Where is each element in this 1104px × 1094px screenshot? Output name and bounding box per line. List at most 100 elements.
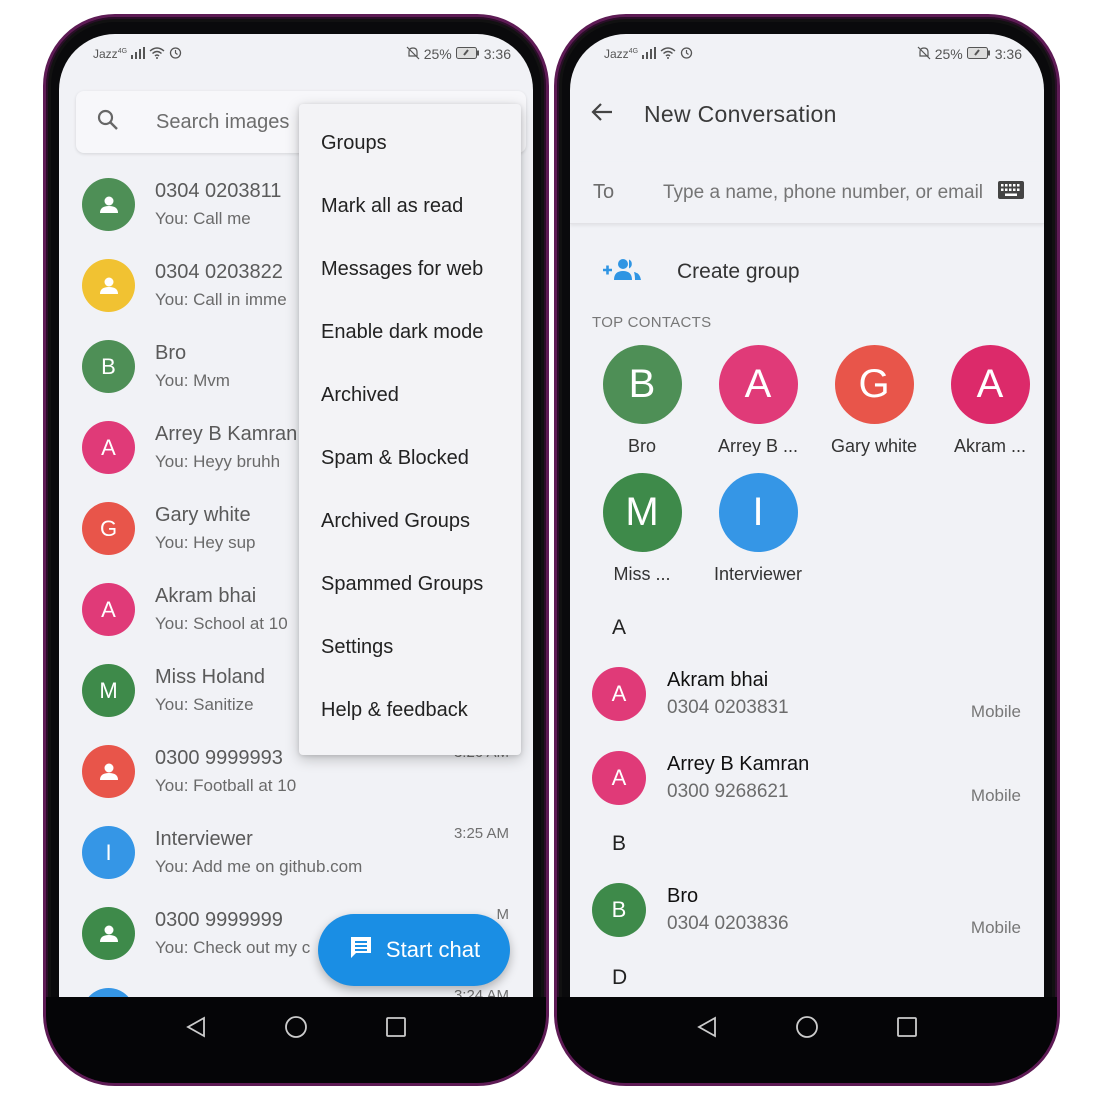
- wifi-icon: [660, 46, 676, 62]
- conversation-time: M: [496, 906, 510, 923]
- page-title: New Conversation: [644, 100, 837, 127]
- top-contact-name: Akram ...: [953, 436, 1026, 456]
- avatar: A: [718, 345, 798, 424]
- clock: 3:36: [994, 46, 1022, 62]
- menu-item-help-feedback[interactable]: Help & feedback: [299, 679, 521, 742]
- menu-item-settings[interactable]: Settings: [299, 616, 521, 679]
- conversation-name: 0300 9999999: [155, 908, 283, 931]
- navigation-bar: [557, 997, 1057, 1083]
- battery-percent: 25%: [423, 46, 452, 62]
- conversation-snippet: You: School at 10: [155, 613, 288, 633]
- conversation-snippet: You: Mvm: [155, 370, 230, 390]
- menu-item-spammed-groups[interactable]: Spammed Groups: [299, 553, 521, 616]
- create-group-label: Create group: [677, 260, 800, 283]
- signal-icon: [642, 46, 657, 62]
- alarm-icon: [169, 46, 182, 62]
- contact-name: Bro: [667, 885, 699, 907]
- battery-icon: [966, 46, 991, 62]
- recipient-input[interactable]: [663, 181, 998, 204]
- battery-icon: [455, 46, 480, 62]
- section-header: B: [612, 832, 627, 855]
- menu-item-archived-groups[interactable]: Archived Groups: [299, 490, 521, 553]
- contact-phone-type: Mobile: [970, 918, 1021, 937]
- contact-phone-type: Mobile: [970, 702, 1021, 721]
- conversation-snippet: You: Heyy bruhh: [155, 451, 281, 471]
- back-icon[interactable]: [693, 1013, 721, 1041]
- mute-icon: [917, 46, 931, 63]
- conversation-name: 0304 0203822: [155, 260, 283, 283]
- status-bar: Jazz4G 25% 3:36: [59, 34, 533, 74]
- avatar: A: [82, 583, 135, 636]
- avatar: I: [82, 826, 135, 879]
- avatar: A: [950, 345, 1030, 424]
- menu-item-messages-for-web[interactable]: Messages for web: [299, 238, 521, 301]
- home-icon[interactable]: [282, 1013, 310, 1041]
- conversation-snippet: You: Hey sup: [155, 532, 256, 552]
- create-group-button[interactable]: Create group: [570, 244, 1044, 300]
- top-contact-name: Miss ...: [613, 564, 671, 584]
- contact-phone-type: Mobile: [970, 786, 1021, 805]
- menu-item-archived[interactable]: Archived: [299, 364, 521, 427]
- top-contact[interactable]: G Gary white: [816, 345, 932, 473]
- start-chat-button[interactable]: Start chat: [318, 914, 510, 986]
- section-header: D: [612, 966, 628, 989]
- chat-icon: [348, 934, 374, 966]
- conversation-name: Akram bhai: [155, 584, 257, 607]
- back-arrow-icon[interactable]: [590, 100, 614, 129]
- conversation-snippet: You: Call in imme: [155, 289, 287, 309]
- menu-item-mark-all-read[interactable]: Mark all as read: [299, 175, 521, 238]
- contact-phone: 0300 9268621: [667, 781, 789, 802]
- contact-row[interactable]: A Akram bhai 0304 0203831 Mobile: [570, 652, 1044, 736]
- menu-item-dark-mode[interactable]: Enable dark mode: [299, 301, 521, 364]
- menu-item-groups[interactable]: Groups: [299, 112, 521, 175]
- conversation-name: 0300 9999993: [155, 746, 283, 769]
- top-contact[interactable]: A Arrey B ...: [700, 345, 816, 473]
- avatar: G: [82, 502, 135, 555]
- home-icon[interactable]: [793, 1013, 821, 1041]
- mute-icon: [406, 46, 420, 63]
- overflow-menu: Groups Mark all as read Messages for web…: [299, 104, 521, 755]
- keyboard-icon[interactable]: [998, 181, 1024, 204]
- add-group-icon: [603, 258, 643, 287]
- search-input[interactable]: Search images: [156, 111, 289, 134]
- avatar: I: [718, 473, 798, 552]
- avatar: [82, 907, 135, 960]
- contact-phone: 0304 0203831: [667, 697, 789, 718]
- conversation-item[interactable]: I Interviewer You: Add me on github.com 3…: [59, 812, 533, 893]
- conversation-snippet: You: Call me: [155, 208, 251, 228]
- top-contact[interactable]: I Interviewer: [700, 473, 816, 601]
- phone-left: Jazz4G 25% 3:36 Search images 0304 02038…: [43, 14, 549, 1086]
- phone-right: Jazz4G 25% 3:36 New Conversation To Cre: [554, 14, 1060, 1086]
- conversation-snippet: You: Add me on github.com: [155, 856, 363, 876]
- back-icon[interactable]: [182, 1013, 210, 1041]
- contact-row[interactable]: B Bro 0304 0203836 Mobile: [570, 868, 1044, 952]
- top-contact[interactable]: B Bro: [584, 345, 700, 473]
- battery-percent: 25%: [934, 46, 963, 62]
- menu-item-spam-blocked[interactable]: Spam & Blocked: [299, 427, 521, 490]
- avatar: B: [592, 883, 646, 937]
- recents-icon[interactable]: [893, 1013, 921, 1041]
- conversation-name: Miss Holand: [155, 665, 266, 688]
- contact-phone: 0304 0203836: [667, 913, 789, 934]
- conversation-name: 0304 0203811: [155, 179, 282, 202]
- avatar: B: [602, 345, 682, 424]
- conversation-name: Gary white: [155, 503, 251, 526]
- recents-icon[interactable]: [382, 1013, 410, 1041]
- start-chat-label: Start chat: [385, 937, 481, 962]
- top-contact[interactable]: A Akram ...: [932, 345, 1044, 473]
- messages-screen: Jazz4G 25% 3:36 Search images 0304 02038…: [59, 34, 533, 999]
- top-contact-name: Bro: [627, 436, 656, 456]
- contact-row[interactable]: A Arrey B Kamran 0300 9268621 Mobile: [570, 736, 1044, 820]
- top-contacts-caption: TOP CONTACTS: [592, 314, 712, 331]
- top-contacts-grid: B Bro A Arrey B ... G Gary white A Akram ...…: [584, 345, 1044, 601]
- top-contact[interactable]: M Miss ...: [584, 473, 700, 601]
- avatar: A: [82, 421, 135, 474]
- search-icon: [96, 108, 120, 137]
- avatar: A: [592, 667, 646, 721]
- avatar: M: [602, 473, 682, 552]
- avatar: [82, 178, 135, 231]
- new-conversation-screen: Jazz4G 25% 3:36 New Conversation To Cre: [570, 34, 1044, 999]
- conversation-name: Bro: [155, 341, 187, 364]
- conversation-snippet: You: Football at 10: [155, 775, 297, 795]
- conversation-name: Interviewer: [155, 827, 253, 850]
